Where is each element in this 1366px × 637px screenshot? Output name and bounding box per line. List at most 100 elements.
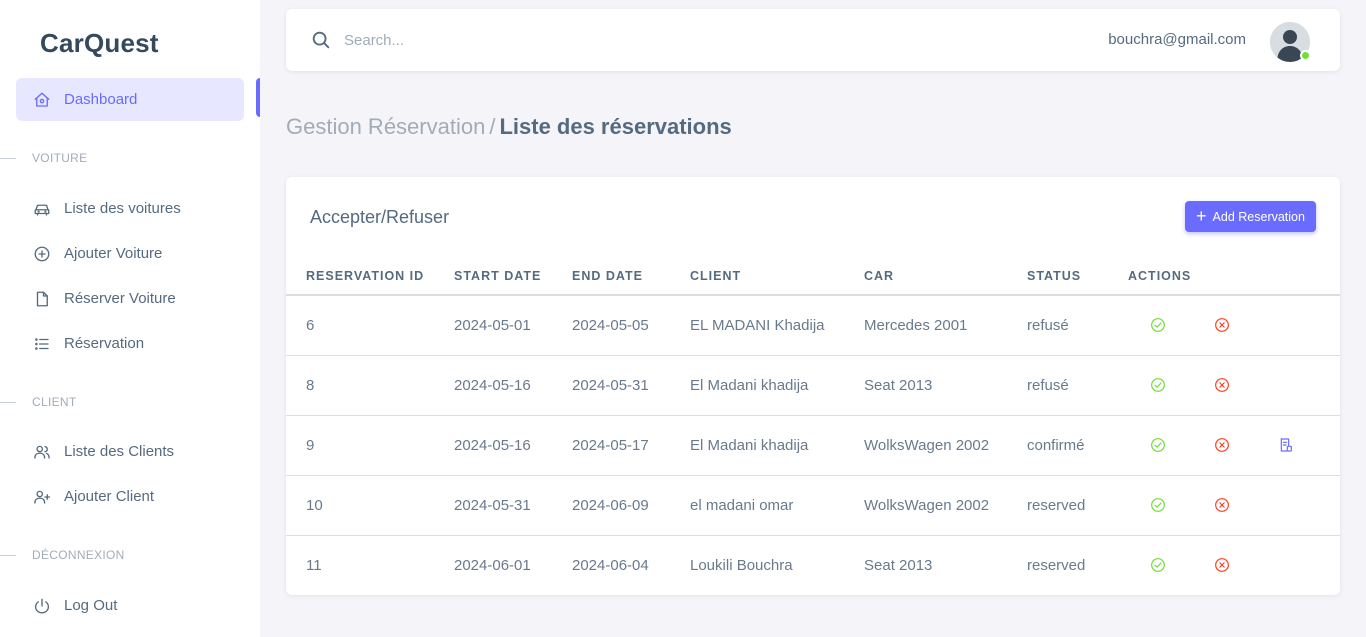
cell-start-date: 2024-05-16 [454, 415, 572, 476]
accept-icon[interactable] [1150, 317, 1166, 333]
refuse-icon[interactable] [1214, 317, 1230, 333]
power-icon [32, 596, 52, 616]
section-header-deconnexion: DÉCONNEXION [0, 547, 125, 563]
brand-logo[interactable]: CarQuest [40, 28, 159, 59]
sidebar-item-label: Ajouter Voiture [64, 245, 163, 262]
sidebar-item-label: Liste des voitures [64, 200, 181, 217]
table-row: 9 2024-05-16 2024-05-17 El Madani khadija Wo… [286, 415, 1340, 476]
cell-end-date: 2024-06-09 [572, 475, 690, 536]
cell-start-date: 2024-05-16 [454, 355, 572, 416]
sidebar-item-ajouter-client[interactable]: Ajouter Client [16, 475, 244, 518]
reservations-table: RESERVATION ID START DATE END DATE CLIEN… [286, 257, 1340, 595]
card-title: Accepter/Refuser [310, 207, 450, 227]
section-title: CLIENT [32, 395, 77, 409]
cell-status: reserved [1027, 475, 1128, 536]
refuse-icon[interactable] [1214, 377, 1230, 393]
breadcrumb-parent[interactable]: Gestion Réservation [286, 114, 485, 139]
accept-icon[interactable] [1150, 557, 1166, 573]
cell-actions [1128, 535, 1340, 595]
cell-actions [1128, 415, 1340, 476]
cell-client: El Madani khadija [690, 355, 864, 416]
cell-car: Seat 2013 [864, 355, 1027, 416]
sidebar-item-label: Réservation [64, 335, 145, 352]
cell-end-date: 2024-05-17 [572, 415, 690, 476]
cell-car: WolksWagen 2002 [864, 475, 1027, 536]
section-header-voiture: VOITURE [0, 150, 87, 166]
refuse-icon[interactable] [1214, 497, 1230, 513]
users-icon [32, 442, 52, 462]
top-navbar: bouchra@gmail.com [286, 9, 1340, 71]
sidebar-item-label: Liste des Clients [64, 443, 175, 460]
online-status-dot [1300, 50, 1311, 61]
table-header-row: RESERVATION ID START DATE END DATE CLIEN… [286, 257, 1340, 296]
cell-status: refusé [1027, 355, 1128, 416]
contract-document-icon[interactable] [1278, 437, 1294, 453]
user-plus-icon [32, 487, 52, 507]
accept-icon[interactable] [1150, 497, 1166, 513]
section-title: DÉCONNEXION [32, 548, 125, 562]
search-icon[interactable] [310, 29, 332, 51]
sidebar-item-liste-voitures[interactable]: Liste des voitures [16, 187, 244, 230]
sidebar-item-dashboard[interactable]: Dashboard [16, 78, 244, 121]
add-reservation-button[interactable]: + Add Reservation [1185, 201, 1316, 232]
cell-start-date: 2024-06-01 [454, 556, 531, 574]
row-actions [1128, 377, 1340, 393]
column-header-start-date: START DATE [454, 257, 572, 296]
cell-reservation-id: 10 [286, 475, 454, 536]
sidebar-item-liste-clients[interactable]: Liste des Clients [16, 430, 244, 473]
sidebar-item-log-out[interactable]: Log Out [16, 584, 244, 627]
cell-car: Seat 2013 [864, 556, 933, 574]
search-input[interactable] [344, 29, 744, 51]
active-indicator [256, 78, 260, 117]
file-icon [32, 289, 52, 309]
column-header-status: STATUS [1027, 257, 1128, 296]
section-divider [0, 401, 16, 403]
cell-end-date: 2024-06-04 [572, 556, 649, 574]
breadcrumb: Gestion Réservation / Liste des réservatio… [286, 114, 732, 140]
cell-start-date: 2024-05-31 [454, 475, 572, 536]
sidebar-item-label: Réserver Voiture [64, 290, 176, 307]
breadcrumb-separator: / [489, 114, 496, 139]
sidebar-item-ajouter-voiture[interactable]: Ajouter Voiture [16, 232, 244, 275]
cell-end-date: 2024-05-31 [572, 355, 690, 416]
refuse-icon[interactable] [1214, 437, 1230, 453]
add-reservation-label: Add Reservation [1212, 209, 1305, 224]
accept-icon[interactable] [1150, 437, 1166, 453]
cell-client: Loukili Bouchra [690, 556, 793, 574]
refuse-icon[interactable] [1214, 557, 1230, 573]
column-header-reservation-id: RESERVATION ID [286, 257, 454, 296]
sidebar-item-label: Log Out [64, 597, 118, 614]
row-actions [1128, 437, 1340, 453]
car-icon [32, 199, 52, 219]
cell-status: reserved [1027, 556, 1086, 574]
section-title: VOITURE [32, 151, 88, 165]
row-actions [1128, 317, 1340, 333]
plus-icon: + [1196, 205, 1207, 226]
table-row: 10 2024-05-31 2024-06-09 el madani omar Wolk… [286, 475, 1340, 536]
section-divider [0, 554, 16, 556]
plus-circle-icon [32, 244, 52, 264]
cell-reservation-id: 8 [286, 355, 454, 416]
table-row: 8 2024-05-16 2024-05-31 El Madani khadija Se… [286, 355, 1340, 416]
column-header-car: CAR [864, 257, 1027, 296]
cell-actions [1128, 355, 1340, 416]
section-header-client: CLIENT [0, 394, 76, 410]
sidebar-item-reservation[interactable]: Réservation [16, 322, 244, 365]
column-header-end-date: END DATE [572, 257, 690, 296]
accept-icon[interactable] [1150, 377, 1166, 393]
column-header-client: CLIENT [690, 257, 864, 296]
cell-start-date: 2024-05-01 [454, 295, 572, 356]
cell-status: refusé [1027, 295, 1128, 356]
cell-reservation-id: 9 [286, 415, 454, 476]
column-header-actions: ACTIONS [1128, 257, 1340, 296]
sidebar: CarQuest Dashboard VOITURE Liste des voi… [0, 0, 260, 637]
cell-client: EL MADANI Khadija [690, 295, 864, 356]
user-email: bouchra@gmail.com [1108, 31, 1246, 48]
cell-reservation-id: 6 [286, 295, 454, 356]
sidebar-item-reserver-voiture[interactable]: Réserver Voiture [16, 277, 244, 320]
home-icon [32, 90, 52, 110]
row-actions [1128, 497, 1340, 513]
list-icon [32, 334, 52, 354]
cell-reservation-id: 11 [306, 556, 322, 574]
table-row: 11 2024-06-01 2024-06-04 Loukili Bouchra Sea… [286, 535, 1340, 595]
